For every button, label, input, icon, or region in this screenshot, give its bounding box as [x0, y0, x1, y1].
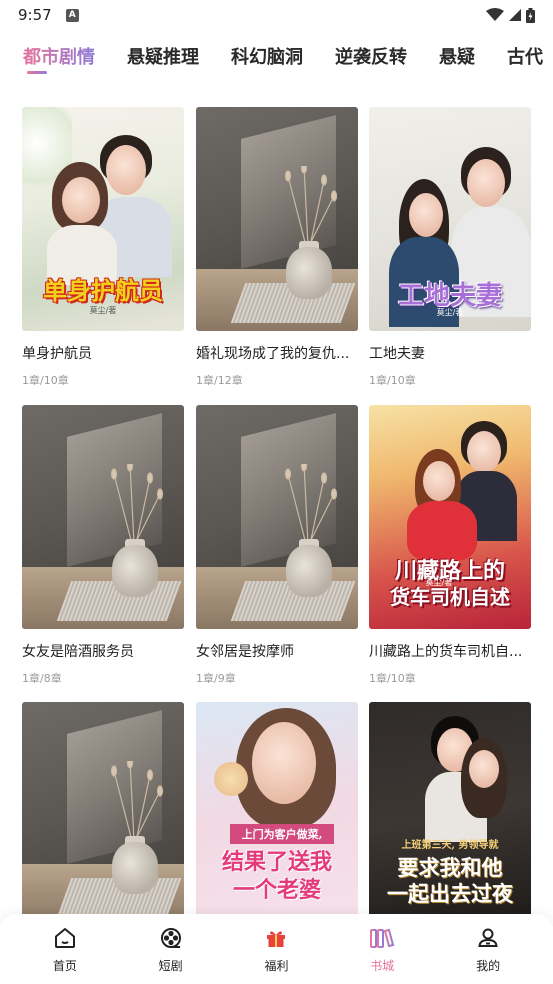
book-card[interactable] — [22, 702, 184, 926]
tab-gudai[interactable]: 古代 — [507, 43, 543, 69]
battery-icon — [526, 7, 535, 23]
book-title: 工地夫妻 — [369, 346, 425, 362]
user-icon — [475, 925, 501, 951]
book-chapter-count: 1章/10章 — [369, 672, 416, 685]
tab-dushi-juqing[interactable]: 都市剧情 — [23, 43, 95, 69]
book-cover-placeholder[interactable] — [196, 405, 358, 629]
book-card[interactable]: 工地夫妻 莫尘/著 工地夫妻 1章/10章 — [369, 107, 531, 388]
cover-title-text-line-3: 一个老婆 — [232, 877, 321, 903]
signal-icon — [509, 9, 521, 21]
book-title: 婚礼现场成了我的复仇... — [196, 346, 350, 362]
active-tab-indicator — [27, 71, 47, 74]
book-title: 川藏路上的货车司机自... — [369, 644, 523, 660]
tab-xuanyi-tuili[interactable]: 悬疑推理 — [127, 43, 199, 69]
book-cover[interactable]: 工地夫妻 莫尘/著 — [369, 107, 531, 331]
cover-title-text-line-1: 上门为客户做菜, — [230, 824, 334, 844]
status-time: 9:57 — [18, 6, 52, 24]
bookshelf-icon — [369, 925, 395, 951]
nav-short-drama-label: 短剧 — [158, 958, 183, 973]
book-card[interactable]: 上门为客户做菜, 结果了送我 一个老婆 — [196, 702, 358, 926]
nav-welfare[interactable]: 福利 — [236, 925, 316, 974]
book-card[interactable]: 婚礼现场成了我的复仇... 1章/12章 — [196, 107, 358, 388]
status-indicators — [486, 7, 535, 23]
home-icon — [52, 925, 78, 951]
book-cover-placeholder[interactable] — [196, 107, 358, 331]
status-bar: 9:57 A — [0, 0, 553, 30]
tab-nixi-fanzhuan[interactable]: 逆袭反转 — [335, 43, 407, 69]
cover-author-text: 莫尘/著 — [436, 308, 464, 317]
book-title: 女友是陪酒服务员 — [22, 644, 134, 660]
book-cover[interactable]: 上班第三天, 男领导就 要求我和他 一起出去过夜 — [369, 702, 531, 926]
nav-home[interactable]: 首页 — [25, 925, 105, 974]
nav-home-label: 首页 — [52, 958, 77, 973]
cover-title-text: 单身护航员 — [43, 276, 163, 305]
book-card[interactable]: 川藏路上的 货车司机自述 莫尘/著 川藏路上的货车司机自... 1章/10章 — [369, 405, 531, 686]
book-card[interactable]: 上班第三天, 男领导就 要求我和他 一起出去过夜 — [369, 702, 531, 926]
book-cover[interactable]: 单身护航员 莫尘/著 — [22, 107, 184, 331]
nav-short-drama[interactable]: 短剧 — [131, 925, 211, 974]
gift-icon — [263, 925, 289, 951]
book-card[interactable]: 单身护航员 莫尘/著 单身护航员 1章/10章 — [22, 107, 184, 388]
nav-mine-label: 我的 — [476, 958, 501, 973]
notification-a-icon: A — [65, 8, 79, 22]
tab-xuanyi[interactable]: 悬疑 — [439, 43, 475, 69]
book-cover-placeholder[interactable] — [22, 702, 184, 926]
book-chapter-count: 1章/12章 — [196, 374, 243, 387]
tab-kehuan-naodong[interactable]: 科幻脑洞 — [231, 43, 303, 69]
nav-bookstore-label: 书城 — [370, 958, 395, 973]
cover-title-text-line-1: 上班第三天, 男领导就 — [401, 840, 499, 851]
nav-bookstore[interactable]: 书城 — [342, 925, 422, 974]
bottom-navigation: 首页 短剧 福利 书城 我的 — [0, 914, 553, 984]
nav-mine[interactable]: 我的 — [448, 925, 528, 974]
book-card[interactable]: 女邻居是按摩师 1章/9章 — [196, 405, 358, 686]
book-chapter-count: 1章/10章 — [22, 374, 69, 387]
nav-welfare-label: 福利 — [264, 958, 289, 973]
book-cover[interactable]: 川藏路上的 货车司机自述 莫尘/著 — [369, 405, 531, 629]
book-cover[interactable]: 上门为客户做菜, 结果了送我 一个老婆 — [196, 702, 358, 926]
cover-author-text: 莫尘/著 — [425, 578, 453, 587]
book-card[interactable]: 女友是陪酒服务员 1章/8章 — [22, 405, 184, 686]
book-cover-placeholder[interactable] — [22, 405, 184, 629]
wifi-icon — [486, 8, 504, 21]
cover-author-text: 莫尘/著 — [89, 306, 117, 315]
book-chapter-count: 1章/10章 — [369, 374, 416, 387]
book-chapter-count: 1章/8章 — [22, 672, 62, 685]
film-reel-icon — [158, 925, 184, 951]
book-title: 女邻居是按摩师 — [196, 644, 294, 660]
book-chapter-count: 1章/9章 — [196, 672, 236, 685]
category-tabs: 都市剧情 悬疑推理 科幻脑洞 逆袭反转 悬疑 古代 — [0, 30, 553, 82]
book-title: 单身护航员 — [22, 346, 92, 362]
cover-title-text-line-3: 一起出去过夜 — [387, 881, 513, 906]
